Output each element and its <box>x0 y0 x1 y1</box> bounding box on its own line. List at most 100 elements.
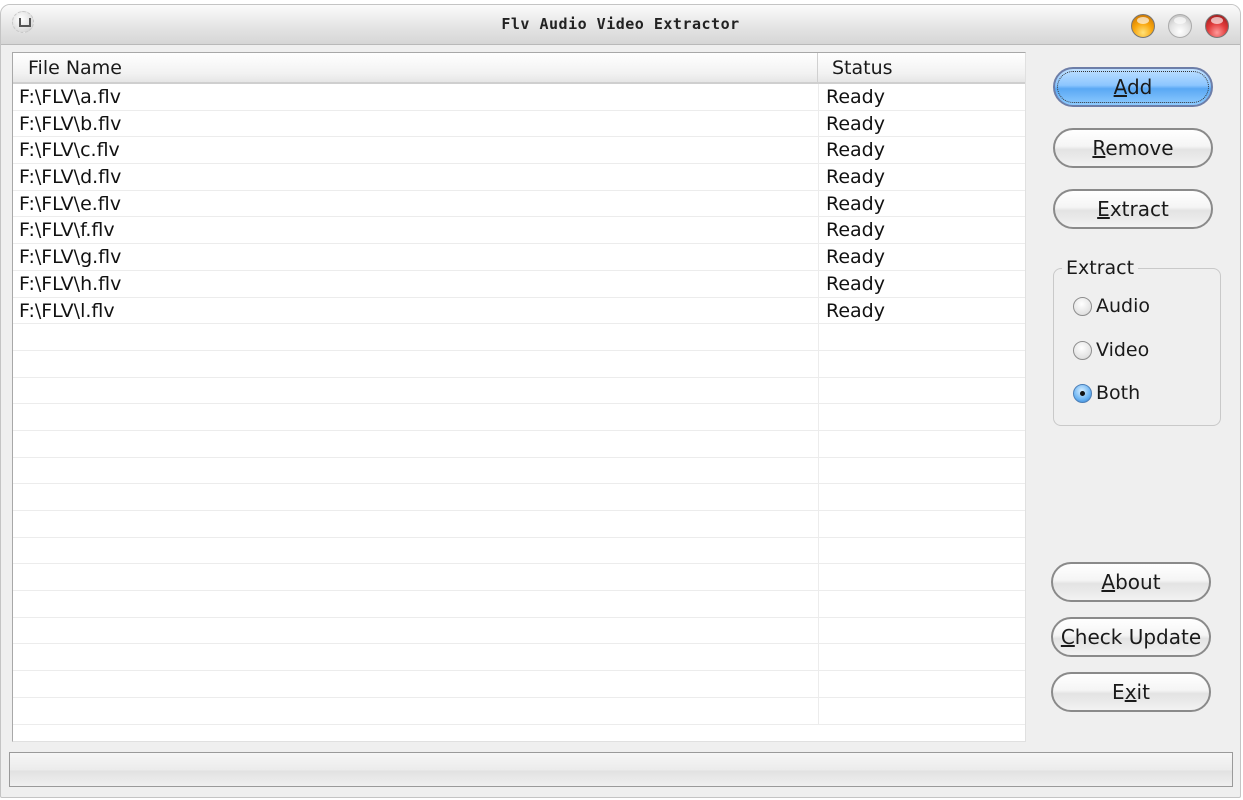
radio-video[interactable]: Video <box>1073 337 1149 363</box>
empty-row <box>13 617 1025 645</box>
column-divider <box>818 591 819 618</box>
empty-row <box>13 671 1025 698</box>
column-divider <box>818 537 819 565</box>
mnemonic: C <box>1060 625 1075 649</box>
list-rows: F:\FLV\a.flv Ready F:\FLV\b.flv Ready F:\FLV… <box>13 84 1025 741</box>
empty-row <box>13 430 1025 458</box>
empty-row <box>13 697 1025 725</box>
table-row[interactable]: F:\FLV\b.flv Ready <box>13 110 1025 138</box>
extract-group-label: Extract <box>1062 257 1139 279</box>
file-list[interactable]: File Name Status F:\FLV\a.flv Ready F:\FLV… <box>12 52 1026 742</box>
radio-audio[interactable]: Audio <box>1073 293 1150 319</box>
label: emove <box>1105 136 1174 160</box>
column-divider <box>818 297 819 325</box>
empty-row <box>13 644 1025 672</box>
empty-row <box>13 537 1025 565</box>
label: it <box>1136 680 1150 704</box>
radio-both[interactable]: Both <box>1073 380 1140 406</box>
empty-row <box>13 564 1025 592</box>
label-pre: E <box>1112 680 1125 704</box>
file-name-cell: F:\FLV\b.flv <box>19 112 122 135</box>
file-name-cell: F:\FLV\e.flv <box>19 192 122 215</box>
file-name-cell: F:\FLV\a.flv <box>19 86 121 108</box>
remove-button[interactable]: Remove <box>1053 128 1213 168</box>
exit-button[interactable]: Exit <box>1051 672 1211 712</box>
radio-button-icon[interactable] <box>1073 340 1092 360</box>
window-title: Flv Audio Video Extractor <box>501 15 740 33</box>
empty-row <box>13 377 1025 405</box>
column-divider <box>818 217 819 245</box>
column-divider <box>818 324 819 351</box>
column-header-file-name[interactable]: File Name <box>13 53 818 82</box>
mnemonic: A <box>1113 75 1127 99</box>
column-divider <box>818 644 819 672</box>
column-divider <box>818 84 819 111</box>
column-divider <box>818 350 819 378</box>
column-divider <box>818 110 819 138</box>
column-divider <box>818 377 819 405</box>
column-header-status[interactable]: Status <box>818 53 1025 82</box>
radio-button-icon[interactable] <box>1073 296 1092 316</box>
status-cell: Ready <box>826 246 885 269</box>
add-button[interactable]: Add <box>1053 67 1213 107</box>
empty-row <box>13 484 1025 511</box>
label: xtract <box>1109 197 1169 221</box>
radio-label: Video <box>1096 339 1150 361</box>
column-divider <box>818 164 819 191</box>
table-row[interactable]: F:\FLV\h.flv Ready <box>13 270 1025 298</box>
table-row[interactable]: F:\FLV\d.flv Ready <box>13 164 1025 191</box>
column-divider <box>818 404 819 431</box>
mnemonic: A <box>1101 570 1116 594</box>
minimize-icon[interactable] <box>1131 14 1155 38</box>
mnemonic: x <box>1124 680 1137 704</box>
column-divider <box>818 671 819 698</box>
file-name-cell: F:\FLV\c.flv <box>19 139 120 162</box>
file-name-cell: F:\FLV\l.flv <box>19 299 115 322</box>
mnemonic: E <box>1097 197 1110 221</box>
column-divider <box>818 457 819 485</box>
table-row[interactable]: F:\FLV\c.flv Ready <box>13 137 1025 165</box>
table-row[interactable]: F:\FLV\a.flv Ready <box>13 84 1025 111</box>
table-row[interactable]: F:\FLV\l.flv Ready <box>13 297 1025 325</box>
status-cell: Ready <box>826 219 885 242</box>
label: bout <box>1115 570 1161 594</box>
status-cell: Ready <box>826 272 885 295</box>
table-row[interactable]: F:\FLV\e.flv Ready <box>13 190 1025 218</box>
extract-button[interactable]: Extract <box>1053 189 1213 229</box>
status-cell: Ready <box>826 112 885 135</box>
label: dd <box>1126 75 1153 99</box>
radio-label: Audio <box>1096 295 1151 317</box>
column-divider <box>818 564 819 592</box>
file-name-cell: F:\FLV\h.flv <box>19 272 122 295</box>
file-name-cell: F:\FLV\g.flv <box>19 246 122 269</box>
column-divider <box>818 697 819 725</box>
status-bar <box>9 752 1233 787</box>
empty-row <box>13 404 1025 431</box>
column-divider <box>818 430 819 458</box>
radio-button-icon[interactable] <box>1073 383 1092 403</box>
status-cell: Ready <box>826 299 885 322</box>
status-cell: Ready <box>826 166 885 189</box>
column-divider <box>818 244 819 271</box>
close-icon[interactable] <box>1205 14 1229 38</box>
file-name-cell: F:\FLV\f.flv <box>19 219 115 242</box>
empty-row <box>13 324 1025 351</box>
label: heck Update <box>1074 625 1202 649</box>
radio-label: Both <box>1096 382 1141 404</box>
empty-row <box>13 591 1025 618</box>
column-divider <box>818 484 819 511</box>
title-bar[interactable]: Flv Audio Video Extractor <box>1 5 1240 45</box>
file-name-cell: F:\FLV\d.flv <box>19 166 122 189</box>
table-row[interactable]: F:\FLV\g.flv Ready <box>13 244 1025 271</box>
about-button[interactable]: About <box>1051 562 1211 602</box>
maximize-icon[interactable] <box>1168 14 1192 38</box>
empty-row <box>13 511 1025 538</box>
column-divider <box>818 617 819 645</box>
table-row[interactable]: F:\FLV\f.flv Ready <box>13 217 1025 245</box>
column-divider <box>818 137 819 165</box>
check-update-button[interactable]: Check Update <box>1051 617 1211 657</box>
empty-row <box>13 457 1025 485</box>
mnemonic: R <box>1092 136 1106 160</box>
column-divider <box>818 511 819 538</box>
status-cell: Ready <box>826 86 885 108</box>
